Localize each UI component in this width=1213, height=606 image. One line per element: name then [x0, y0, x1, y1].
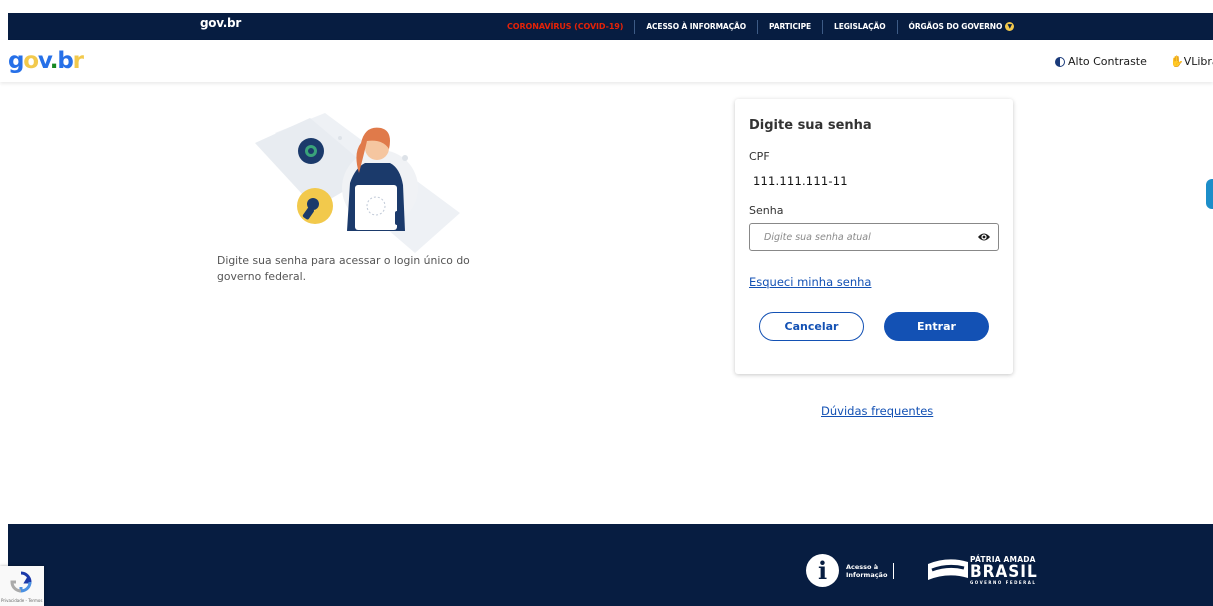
enter-button[interactable]: Entrar	[884, 312, 989, 341]
patria-line3: GOVERNO FEDERAL	[970, 579, 1037, 585]
top-link-acesso-informacao[interactable]: ACESSO À INFORMAÇÃO	[634, 19, 757, 34]
faq-link[interactable]: Dúvidas frequentes	[821, 404, 933, 418]
cpf-value: 111.111.111-11	[753, 174, 848, 188]
top-nav-links: CORONAVÍRUS (COVID-19) ACESSO À INFORMAÇ…	[496, 13, 1025, 40]
woman-with-key-illustration	[255, 113, 460, 253]
govbr-logo[interactable]: gov.br	[8, 49, 84, 73]
info-icon: i	[806, 554, 839, 587]
recaptcha-terms[interactable]: Privacidade - Termos	[1, 598, 42, 603]
intro-text: Digite sua senha para acessar o login ún…	[217, 254, 470, 283]
hand-icon: ✋	[1170, 55, 1184, 68]
vlibras-label: VLibras	[1183, 55, 1213, 68]
high-contrast-label: Alto Contraste	[1068, 55, 1147, 68]
patria-amada-brasil-logo[interactable]: PÁTRIA AMADA BRASIL GOVERNO FEDERAL	[928, 556, 1038, 585]
recaptcha-icon	[10, 571, 32, 593]
gov-top-bar: gov.br CORONAVÍRUS (COVID-19) ACESSO À I…	[8, 13, 1213, 40]
access-info-line1: Acesso à	[846, 562, 879, 571]
govbr-small-logo[interactable]: gov.br	[200, 16, 241, 30]
vlibras-button[interactable]: ✋VLibras	[1170, 55, 1213, 68]
chevron-down-icon[interactable]: ▼	[1005, 21, 1015, 31]
top-link-orgaos[interactable]: ÓRGÃOS DO GOVERNO ▼	[896, 19, 1026, 34]
top-link-legislacao[interactable]: LEGISLAÇÃO	[822, 19, 897, 34]
recaptcha-badge[interactable]: Privacidade - Termos	[0, 566, 44, 606]
site-footer: i Acesso à Informação PÁTRIA AMADA BRASI…	[8, 524, 1213, 606]
access-information-logo[interactable]: i Acesso à Informação	[806, 554, 895, 587]
top-link-covid[interactable]: CORONAVÍRUS (COVID-19)	[496, 20, 634, 34]
site-header: gov.br Alto Contraste ✋VLibras	[0, 40, 1213, 82]
password-input[interactable]	[749, 223, 999, 251]
cancel-button[interactable]: Cancelar	[759, 312, 864, 341]
top-link-orgaos-label: ÓRGÃOS DO GOVERNO	[908, 21, 1003, 31]
eye-icon[interactable]	[977, 231, 991, 243]
login-title: Digite sua senha	[749, 118, 872, 133]
password-label: Senha	[749, 204, 784, 217]
login-card: Digite sua senha CPF 111.111.111-11 Senh…	[735, 99, 1013, 374]
top-link-participe[interactable]: PARTICIPE	[757, 19, 822, 34]
high-contrast-toggle[interactable]: Alto Contraste	[1055, 55, 1147, 68]
forgot-password-link[interactable]: Esqueci minha senha	[749, 275, 871, 289]
contrast-icon	[1055, 56, 1065, 67]
flag-wave-icon	[928, 559, 968, 581]
side-accessibility-tab[interactable]	[1206, 179, 1213, 209]
cpf-label: CPF	[749, 150, 770, 163]
patria-line2: BRASIL	[970, 561, 1038, 582]
access-info-line2: Informação	[846, 570, 888, 579]
